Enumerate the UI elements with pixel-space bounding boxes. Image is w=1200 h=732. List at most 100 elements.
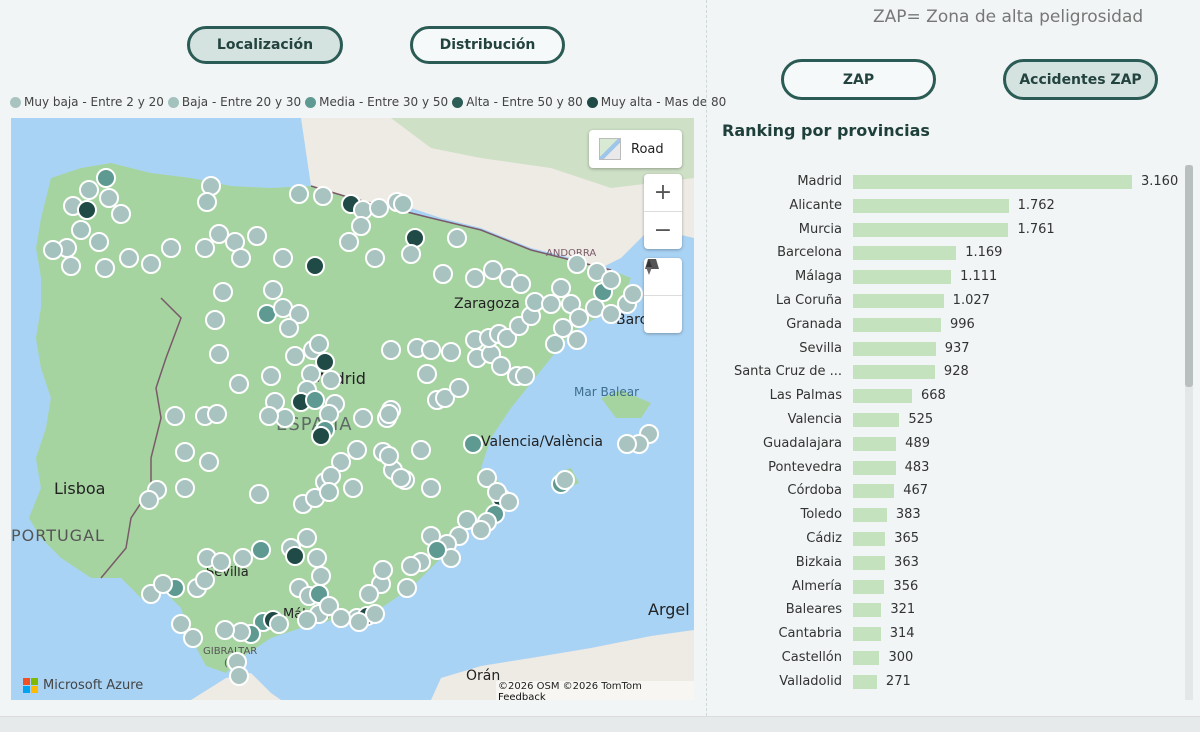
accident-point[interactable] [465, 268, 485, 288]
accident-point[interactable] [515, 366, 535, 386]
accident-point[interactable] [553, 318, 573, 338]
accident-point[interactable] [161, 238, 181, 258]
bar-row[interactable]: Alicante 1.762 [708, 196, 1188, 216]
bar-row[interactable]: Sevilla 937 [708, 339, 1188, 359]
bar[interactable] [853, 555, 886, 570]
accident-point[interactable] [319, 482, 339, 502]
accident-point[interactable] [617, 434, 637, 454]
accident-point[interactable] [77, 200, 97, 220]
bar-row[interactable]: Valencia 525 [708, 410, 1188, 430]
map[interactable]: Madrid ESPAÑA Zaragoza Valencia/València… [11, 118, 694, 700]
accident-point[interactable] [99, 188, 119, 208]
scrollbar-thumb[interactable] [1185, 165, 1193, 387]
accident-point[interactable] [195, 570, 215, 590]
zap-button[interactable]: ZAP [781, 59, 936, 100]
accident-point[interactable] [391, 468, 411, 488]
bar[interactable] [853, 246, 957, 261]
zoom-out-button[interactable]: − [644, 212, 682, 249]
accident-point[interactable] [251, 540, 271, 560]
bar-row[interactable]: Cádiz 365 [708, 529, 1188, 549]
bar-row[interactable]: Cantabria 314 [708, 624, 1188, 644]
accident-point[interactable] [215, 620, 235, 640]
accident-point[interactable] [213, 282, 233, 302]
accident-point[interactable] [311, 566, 331, 586]
accident-point[interactable] [381, 340, 401, 360]
accident-point[interactable] [273, 248, 293, 268]
bar-row[interactable]: Málaga 1.111 [708, 267, 1188, 287]
accident-point[interactable] [229, 374, 249, 394]
accident-point[interactable] [441, 342, 461, 362]
accident-point[interactable] [311, 426, 331, 446]
accident-point[interactable] [289, 184, 309, 204]
accident-point[interactable] [309, 334, 329, 354]
bar[interactable] [853, 341, 936, 356]
accident-point[interactable] [401, 244, 421, 264]
accident-point[interactable] [447, 228, 467, 248]
bar[interactable] [853, 651, 880, 665]
accident-point[interactable] [175, 442, 195, 462]
accident-point[interactable] [249, 484, 269, 504]
accident-point[interactable] [433, 264, 453, 284]
bar[interactable] [853, 389, 912, 404]
accident-point[interactable] [601, 270, 621, 290]
accident-point[interactable] [111, 204, 131, 224]
accident-point[interactable] [331, 608, 351, 628]
accident-point[interactable] [165, 406, 185, 426]
bar-row[interactable]: Murcia 1.761 [708, 220, 1188, 240]
bar-row[interactable]: Baleares 321 [708, 600, 1188, 620]
accident-point[interactable] [209, 344, 229, 364]
accidentes-zap-button[interactable]: Accidentes ZAP [1003, 59, 1158, 100]
bar-row[interactable]: Las Palmas 668 [708, 386, 1188, 406]
accident-point[interactable] [261, 366, 281, 386]
accident-point[interactable] [351, 216, 371, 236]
accident-point[interactable] [89, 232, 109, 252]
accident-point[interactable] [401, 556, 421, 576]
bar[interactable] [853, 579, 885, 594]
bar-row[interactable]: Barcelona 1.169 [708, 243, 1188, 263]
accident-point[interactable] [153, 574, 173, 594]
accident-point[interactable] [247, 226, 267, 246]
accident-point[interactable] [541, 294, 561, 314]
bar-row[interactable]: La Coruña 1.027 [708, 291, 1188, 311]
bar[interactable] [853, 270, 952, 285]
bar[interactable] [853, 484, 895, 499]
feedback-link[interactable]: Feedback [498, 692, 546, 700]
accident-point[interactable] [96, 168, 116, 188]
accident-point[interactable] [269, 614, 289, 634]
bar-row[interactable]: Granada 996 [708, 315, 1188, 335]
accident-point[interactable] [551, 278, 571, 298]
bar[interactable] [853, 460, 896, 475]
accident-point[interactable] [61, 256, 81, 276]
bar-row[interactable]: Guadalajara 489 [708, 434, 1188, 454]
bar-row[interactable]: Almería 356 [708, 577, 1188, 597]
accident-point[interactable] [175, 478, 195, 498]
accident-point[interactable] [139, 490, 159, 510]
bar-row[interactable]: Santa Cruz de ... 928 [708, 362, 1188, 382]
accident-point[interactable] [297, 528, 317, 548]
bar-row[interactable]: Toledo 383 [708, 505, 1188, 525]
bar-row[interactable]: Córdoba 467 [708, 481, 1188, 501]
bar[interactable] [853, 627, 881, 642]
accident-point[interactable] [463, 434, 483, 454]
accident-point[interactable] [207, 404, 227, 424]
accident-point[interactable] [379, 404, 399, 424]
accident-point[interactable] [601, 304, 621, 324]
bar[interactable] [853, 436, 897, 451]
bar[interactable] [853, 508, 887, 523]
bar-row[interactable]: Castellón 300 [708, 648, 1188, 668]
accident-point[interactable] [141, 254, 161, 274]
accident-point[interactable] [411, 440, 431, 460]
accident-point[interactable] [231, 248, 251, 268]
accident-point[interactable] [379, 446, 399, 466]
accident-point[interactable] [343, 478, 363, 498]
accident-point[interactable] [491, 356, 511, 376]
accident-point[interactable] [307, 548, 327, 568]
accident-point[interactable] [285, 546, 305, 566]
accident-point[interactable] [623, 284, 643, 304]
accident-point[interactable] [119, 248, 139, 268]
accident-point[interactable] [511, 274, 531, 294]
accident-point[interactable] [43, 240, 63, 260]
bar-row[interactable]: Bizkaia 363 [708, 553, 1188, 573]
accident-point[interactable] [199, 452, 219, 472]
bar-row[interactable]: Madrid 3.160 [708, 172, 1188, 192]
